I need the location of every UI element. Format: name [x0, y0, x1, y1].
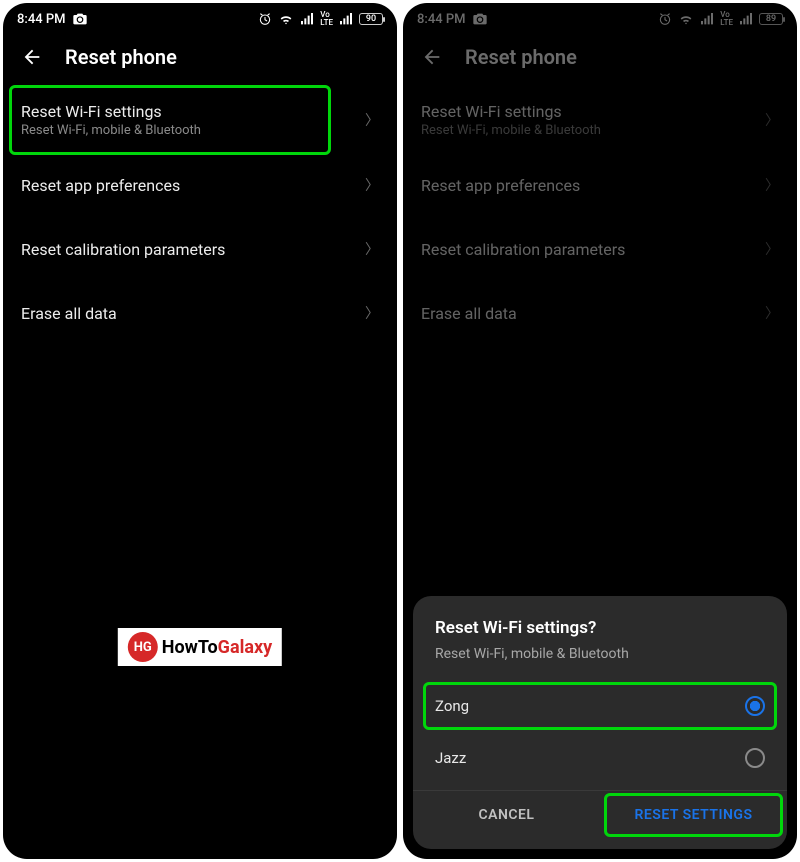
wifi-icon: [678, 11, 694, 27]
option-label: Zong: [435, 697, 469, 715]
chevron-right-icon: 〉: [765, 239, 779, 259]
reset-wifi-dialog: Reset Wi-Fi settings? Reset Wi-Fi, mobil…: [413, 596, 787, 849]
item-reset-wifi[interactable]: Reset Wi-Fi settings Reset Wi-Fi, mobile…: [403, 87, 797, 153]
signal-icon-2: [338, 11, 354, 27]
radio-selected-icon: [745, 696, 765, 716]
item-title: Reset calibration parameters: [21, 240, 225, 259]
option-label: Jazz: [435, 749, 466, 767]
item-reset-wifi[interactable]: Reset Wi-Fi settings Reset Wi-Fi, mobile…: [3, 87, 397, 153]
volte-icon: VoLTE: [720, 11, 733, 27]
status-time: 8:44 PM: [17, 12, 66, 27]
item-erase-all[interactable]: Erase all data 〉: [403, 281, 797, 345]
back-button[interactable]: [421, 46, 443, 68]
watermark-text-1: HowTo: [162, 637, 218, 658]
chevron-right-icon: 〉: [365, 303, 379, 323]
status-right: VoLTE 89: [657, 11, 783, 27]
back-button[interactable]: [21, 46, 43, 68]
settings-list: Reset Wi-Fi settings Reset Wi-Fi, mobile…: [3, 87, 397, 345]
volte-icon: VoLTE: [320, 11, 333, 27]
wifi-icon: [278, 11, 294, 27]
item-title: Reset app preferences: [421, 176, 580, 195]
signal-icon-2: [738, 11, 754, 27]
item-title: Reset Wi-Fi settings: [21, 102, 201, 121]
settings-list: Reset Wi-Fi settings Reset Wi-Fi, mobile…: [403, 87, 797, 345]
chevron-right-icon: 〉: [365, 175, 379, 195]
back-arrow-icon: [21, 46, 43, 68]
item-reset-calibration[interactable]: Reset calibration parameters 〉: [403, 217, 797, 281]
item-erase-all[interactable]: Erase all data 〉: [3, 281, 397, 345]
back-arrow-icon: [421, 46, 443, 68]
page-header: Reset phone: [3, 31, 397, 87]
dialog-title: Reset Wi-Fi settings?: [413, 618, 787, 646]
watermark-text-2: Galaxy: [218, 637, 273, 658]
status-left: 8:44 PM: [17, 11, 88, 27]
item-title: Reset calibration parameters: [421, 240, 625, 259]
battery-icon: 89: [759, 13, 783, 25]
cancel-button[interactable]: CANCEL: [413, 791, 600, 839]
item-title: Reset Wi-Fi settings: [421, 102, 601, 121]
chevron-right-icon: 〉: [765, 303, 779, 323]
chevron-right-icon: 〉: [365, 110, 379, 130]
phone-screen-left: 8:44 PM VoLTE 90 Reset phone Reset Wi-Fi…: [3, 3, 397, 859]
confirm-label: RESET SETTINGS: [634, 807, 752, 823]
camera-icon: [472, 11, 488, 27]
item-reset-app-prefs[interactable]: Reset app preferences 〉: [3, 153, 397, 217]
status-left: 8:44 PM: [417, 11, 488, 27]
chevron-right-icon: 〉: [365, 239, 379, 259]
signal-icon: [299, 11, 315, 27]
status-bar: 8:44 PM VoLTE 90: [3, 3, 397, 31]
dialog-actions: CANCEL RESET SETTINGS: [413, 790, 787, 839]
item-title: Erase all data: [421, 304, 517, 323]
signal-icon: [699, 11, 715, 27]
alarm-icon: [257, 11, 273, 27]
status-bar: 8:44 PM VoLTE 89: [403, 3, 797, 31]
chevron-right-icon: 〉: [765, 175, 779, 195]
watermark-logo-icon: HG: [128, 632, 158, 662]
radio-unselected-icon: [745, 748, 765, 768]
alarm-icon: [657, 11, 673, 27]
item-reset-calibration[interactable]: Reset calibration parameters 〉: [3, 217, 397, 281]
item-subtitle: Reset Wi-Fi, mobile & Bluetooth: [21, 123, 201, 138]
item-title: Erase all data: [21, 304, 117, 323]
status-time: 8:44 PM: [417, 12, 466, 27]
camera-icon: [72, 11, 88, 27]
page-title: Reset phone: [65, 45, 177, 69]
item-title: Reset app preferences: [21, 176, 180, 195]
dialog-subtitle: Reset Wi-Fi, mobile & Bluetooth: [413, 646, 787, 680]
option-zong[interactable]: Zong: [413, 680, 787, 732]
item-reset-app-prefs[interactable]: Reset app preferences 〉: [403, 153, 797, 217]
reset-settings-button[interactable]: RESET SETTINGS: [600, 791, 787, 839]
phone-screen-right: 8:44 PM VoLTE 89 Reset phone Reset Wi-Fi: [403, 3, 797, 859]
page-title: Reset phone: [465, 45, 577, 69]
item-subtitle: Reset Wi-Fi, mobile & Bluetooth: [421, 123, 601, 138]
status-right: VoLTE 90: [257, 11, 383, 27]
battery-icon: 90: [359, 13, 383, 25]
page-header: Reset phone: [403, 31, 797, 87]
highlight-box: [423, 682, 777, 730]
chevron-right-icon: 〉: [765, 110, 779, 130]
watermark: HG HowTo Galaxy: [118, 628, 282, 666]
option-jazz[interactable]: Jazz: [413, 732, 787, 784]
